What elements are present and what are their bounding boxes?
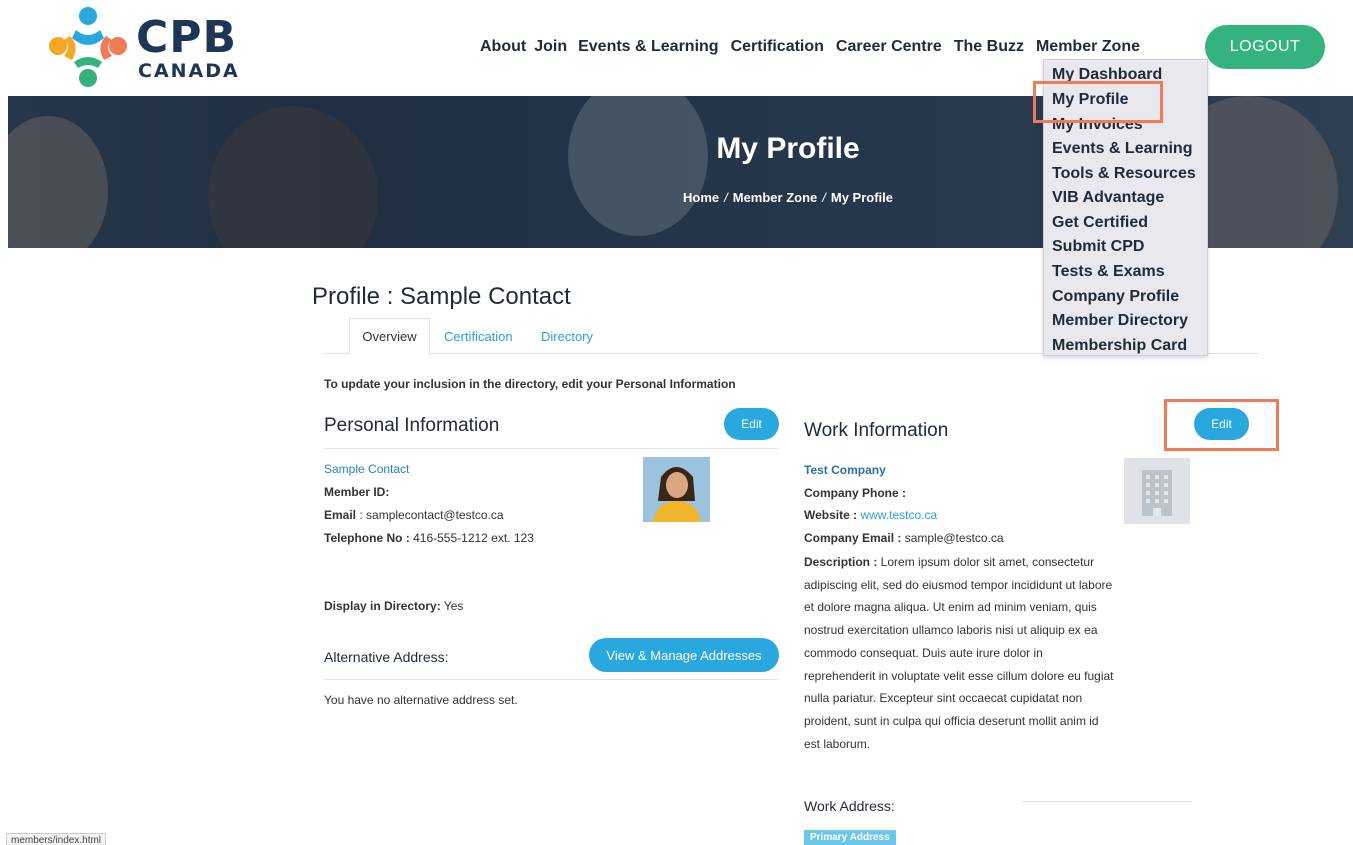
logo-text: CPB CANADA (136, 12, 240, 83)
description-label: Description : (804, 555, 878, 569)
no-alt-address-text: You have no alternative address set. (324, 693, 518, 707)
browser-status-url: members/index.html (6, 833, 107, 845)
description-value: Lorem ipsum dolor sit amet, consectetur … (804, 555, 1114, 751)
phone-label: Telephone No : (324, 531, 410, 545)
alt-address-divider (324, 679, 779, 680)
main-nav: About Join Events & Learning Certificati… (480, 38, 1152, 56)
logo-wordmark: CPB (136, 12, 238, 63)
building-icon (1124, 458, 1190, 524)
company-email-label: Company Email : (804, 531, 902, 545)
highlight-work-edit (1164, 399, 1279, 451)
directory-notice: To update your inclusion in the director… (324, 377, 736, 391)
dropdown-item-submit-cpd[interactable]: Submit CPD (1052, 238, 1144, 256)
company-logo-placeholder (1124, 458, 1190, 524)
member-id-label: Member ID: (324, 485, 390, 499)
breadcrumb-separator: / (822, 190, 826, 205)
profile-title: Profile : Sample Contact (312, 283, 571, 310)
nav-the-buzz[interactable]: The Buzz (954, 38, 1024, 56)
logout-button[interactable]: LOGOUT (1205, 25, 1325, 69)
company-email-value: sample@testco.ca (901, 531, 1004, 545)
work-address-heading: Work Address: (804, 798, 895, 814)
personal-phone: Telephone No : 416-555-1212 ext. 123 (324, 531, 534, 545)
work-info-heading: Work Information (804, 420, 949, 441)
nav-certification[interactable]: Certification (731, 38, 824, 56)
company-website: Website : www.testco.ca (804, 508, 937, 522)
directory-value: Yes (440, 599, 464, 613)
nav-career-centre[interactable]: Career Centre (836, 38, 942, 56)
company-description: Description : Lorem ipsum dolor sit amet… (804, 551, 1114, 755)
nav-member-zone[interactable]: Member Zone (1036, 38, 1140, 56)
breadcrumb-separator: / (724, 190, 728, 205)
breadcrumb-home[interactable]: Home (683, 190, 719, 205)
primary-address-badge: Primary Address (804, 830, 896, 845)
dropdown-item-membership-card[interactable]: Membership Card (1052, 337, 1187, 355)
work-address-divider (1022, 801, 1192, 802)
dropdown-item-get-certified[interactable]: Get Certified (1052, 214, 1148, 232)
member-id: Member ID: (324, 485, 389, 499)
logo-people-icon (49, 7, 127, 87)
website-link[interactable]: www.testco.ca (857, 508, 937, 522)
display-in-directory: Display in Directory: Yes (324, 599, 463, 613)
avatar (643, 457, 710, 522)
company-email: Company Email : sample@testco.ca (804, 531, 1004, 545)
nav-join[interactable]: Join (534, 38, 567, 56)
tab-directory[interactable]: Directory (541, 318, 593, 354)
dropdown-item-vib-advantage[interactable]: VIB Advantage (1052, 189, 1164, 207)
email-label: Email (324, 508, 357, 522)
dropdown-item-tools-resources[interactable]: Tools & Resources (1052, 165, 1196, 183)
dropdown-item-events-learning[interactable]: Events & Learning (1052, 140, 1192, 158)
company-phone: Company Phone : (804, 486, 906, 500)
tab-overview[interactable]: Overview (349, 318, 430, 355)
directory-label: Display in Directory: (324, 599, 441, 613)
dropdown-item-company-profile[interactable]: Company Profile (1052, 288, 1179, 306)
view-manage-addresses-button[interactable]: View & Manage Addresses (589, 638, 779, 672)
avatar-photo-icon (643, 457, 710, 522)
breadcrumb-member-zone[interactable]: Member Zone (733, 190, 818, 205)
company-name: Test Company (804, 463, 886, 477)
logo-subtitle: CANADA (138, 60, 240, 82)
nav-about[interactable]: About (480, 38, 526, 56)
dropdown-item-member-directory[interactable]: Member Directory (1052, 312, 1188, 330)
cpb-logo[interactable]: CPB CANADA (46, 4, 246, 88)
email-value: : samplecontact@testco.ca (359, 508, 504, 522)
alt-address-heading: Alternative Address: (324, 649, 449, 665)
website-label: Website : (804, 508, 858, 522)
phone-value: 416-555-1212 ext. 123 (409, 531, 534, 545)
highlight-my-profile (1033, 81, 1163, 123)
personal-edit-button[interactable]: Edit (724, 408, 779, 440)
tab-certification[interactable]: Certification (444, 318, 513, 354)
contact-name-link[interactable]: Sample Contact (324, 462, 409, 476)
personal-divider (324, 448, 779, 449)
nav-events-learning[interactable]: Events & Learning (578, 38, 718, 56)
breadcrumb-current: My Profile (830, 190, 893, 205)
dropdown-item-tests-exams[interactable]: Tests & Exams (1052, 263, 1165, 281)
personal-email: Email : samplecontact@testco.ca (324, 508, 504, 522)
company-phone-label: Company Phone : (804, 486, 907, 500)
personal-info-heading: Personal Information (324, 415, 500, 436)
